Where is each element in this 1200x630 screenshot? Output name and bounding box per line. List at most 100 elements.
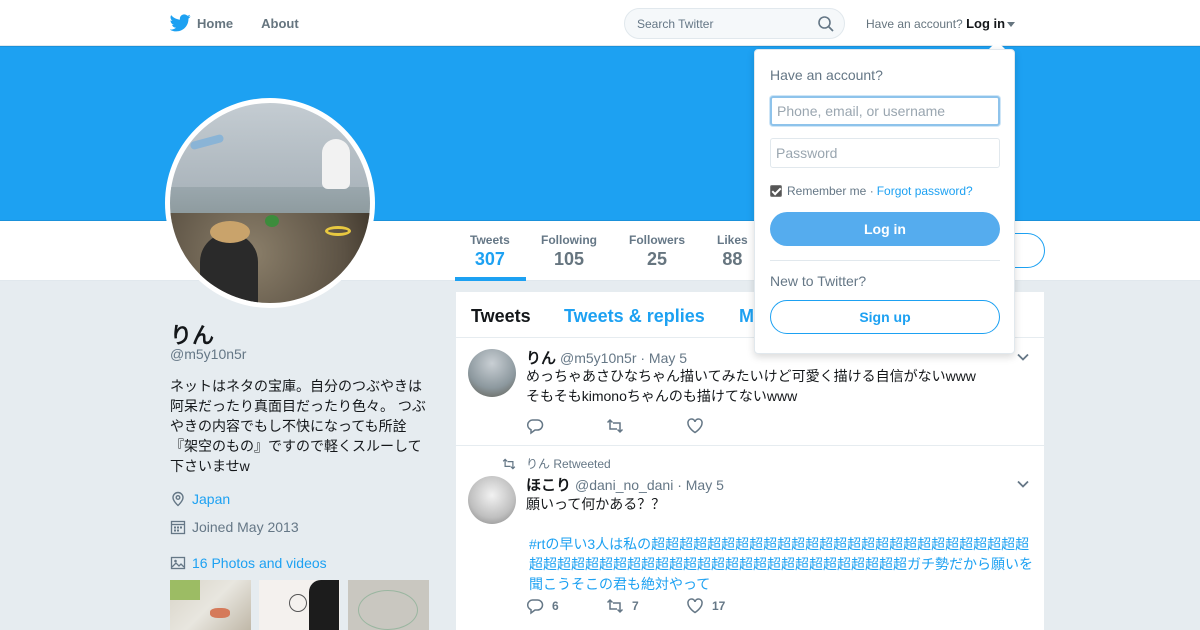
avatar-watermelon <box>265 215 279 227</box>
stat-followers[interactable]: Followers 25 <box>629 233 685 270</box>
reply-icon <box>527 599 544 615</box>
chevron-down-icon[interactable] <box>1016 477 1030 491</box>
retweet-icon <box>502 457 516 470</box>
retweet-note[interactable]: りん Retweeted <box>502 455 611 472</box>
avatar-hat <box>210 221 250 243</box>
stat-tweets[interactable]: Tweets 307 <box>470 233 510 270</box>
avatar-person <box>200 233 258 303</box>
reply-button[interactable]: 6 <box>526 597 606 615</box>
profile-handle[interactable]: @m5y10n5r <box>170 346 246 362</box>
stat-label: Likes <box>717 233 748 247</box>
retweet-button[interactable]: 7 <box>606 597 686 615</box>
tweet-author-name[interactable]: りん <box>526 350 556 367</box>
profile-joined: Joined May 2013 <box>170 519 299 535</box>
like-icon <box>687 418 703 434</box>
twitter-bird-icon <box>170 14 191 32</box>
tweet-hashtag[interactable]: #rt <box>529 536 545 552</box>
login-link[interactable]: Log in <box>966 16 1005 31</box>
photo-thumbnails <box>170 580 437 630</box>
nav-left: Home About <box>170 0 327 46</box>
login-toggle[interactable]: Have an account? Log in <box>866 16 1016 31</box>
tweet-text: 願いって何かある？？ #rtの早い3人は私の超超超超超超超超超超超超超超超超超超… <box>526 494 1036 594</box>
photo-thumbnail[interactable] <box>170 580 251 630</box>
retweet-count: 7 <box>632 599 639 613</box>
photo-thumbnail[interactable] <box>348 580 429 630</box>
profile-photos-link[interactable]: 16 Photos and videos <box>170 555 327 571</box>
chevron-down-icon[interactable] <box>1016 350 1030 364</box>
joined-text: Joined May 2013 <box>192 519 299 535</box>
avatar-shark-costume <box>322 139 350 189</box>
tweet-author-handle[interactable]: @dani_no_dani <box>575 477 673 493</box>
username-field[interactable] <box>770 96 1000 126</box>
profile-avatar[interactable] <box>165 98 375 308</box>
photos-text: 16 Photos and videos <box>192 555 327 571</box>
tweet-author-handle[interactable]: @m5y10n5r <box>560 350 636 366</box>
stat-label: Followers <box>629 233 686 247</box>
tweet-avatar[interactable] <box>468 349 516 397</box>
top-nav: Home About Search Twitter Have an accoun… <box>0 0 1200 46</box>
like-count: 17 <box>712 599 726 613</box>
retweet-icon <box>606 418 624 434</box>
remember-checkbox[interactable] <box>770 185 782 197</box>
like-button[interactable]: 17 <box>686 597 766 615</box>
password-field[interactable] <box>770 138 1000 168</box>
profile-bio: ネットはネタの宝庫。自分のつぶやきは阿呆だったり真面目だったり色々。 つぶやきの… <box>170 378 426 474</box>
forgot-password-link[interactable]: Forgot password? <box>877 184 973 198</box>
tweet-text: めっちゃあさひなちゃん描いてみたいけど可愛く描ける自信がないwww そもそもki… <box>526 366 1036 406</box>
tweet-actions: 6 7 17 <box>526 597 766 615</box>
tweet-text-line: めっちゃあさひなちゃん描いてみたいけど可愛く描ける自信がないwww <box>526 368 976 384</box>
tweet-header: りん @m5y10n5r · May 5 <box>526 347 687 368</box>
dropdown-title: Have an account? <box>770 67 883 83</box>
have-account-text: Have an account? <box>866 17 963 31</box>
profile-location[interactable]: Japan <box>170 491 230 507</box>
tab-tweets[interactable]: Tweets <box>471 306 531 327</box>
search-input[interactable]: Search Twitter <box>624 8 845 39</box>
retweet-icon <box>606 598 624 614</box>
tweet-item[interactable]: りん @m5y10n5r · May 5 めっちゃあさひなちゃん描いてみたいけど可… <box>456 338 1044 446</box>
tweet-avatar[interactable] <box>468 476 516 524</box>
new-to-twitter-text: New to Twitter? <box>770 273 867 289</box>
reply-count: 6 <box>552 599 559 613</box>
stat-likes[interactable]: Likes 88 <box>717 233 748 270</box>
stat-value: 88 <box>722 249 743 269</box>
retweet-button[interactable] <box>606 417 686 435</box>
tab-tweets-replies[interactable]: Tweets & replies <box>564 306 705 327</box>
nav-home[interactable]: Home <box>170 14 233 32</box>
stat-value: 105 <box>553 249 585 269</box>
remember-row: Remember me · Forgot password? <box>770 184 973 198</box>
tweet-date[interactable]: · May 5 <box>677 477 724 493</box>
tweet-date[interactable]: · May 5 <box>640 350 687 366</box>
tweet-item[interactable]: りん Retweeted ほこり @dani_no_dani · May 5 願い… <box>456 446 1044 630</box>
photo-icon <box>170 556 186 570</box>
reply-button[interactable] <box>526 417 606 435</box>
tweet-author-name[interactable]: ほこり <box>526 477 571 494</box>
login-button[interactable]: Log in <box>770 212 1000 246</box>
nav-about[interactable]: About <box>261 16 299 31</box>
tweet-header: ほこり @dani_no_dani · May 5 <box>526 474 724 495</box>
tweet-actions <box>526 417 766 435</box>
tweet-text-line: 願いって何かある？？ <box>526 496 666 512</box>
nav-about-label: About <box>261 15 299 31</box>
caret-down-icon <box>1007 22 1016 28</box>
active-tab-indicator <box>455 277 526 281</box>
location-icon <box>172 491 184 507</box>
location-text: Japan <box>192 491 231 507</box>
reply-icon <box>527 419 544 435</box>
tab-media[interactable]: M <box>739 306 754 327</box>
search-icon[interactable] <box>818 16 834 32</box>
tweet-text-line: そもそもkimonoちゃんのも描けてないwww <box>526 388 798 404</box>
like-icon <box>687 598 703 614</box>
stat-following[interactable]: Following 105 <box>541 233 597 270</box>
remember-label[interactable]: Remember me · <box>787 184 874 198</box>
photo-thumbnail[interactable] <box>259 580 340 630</box>
search-placeholder: Search Twitter <box>637 16 714 31</box>
tweet-text-hashline: #rtの早い3人は私の超超超超超超超超超超超超超超超超超超超超超超超超超超超超超… <box>526 534 1036 594</box>
like-button[interactable] <box>686 417 766 435</box>
signup-button[interactable]: Sign up <box>770 300 1000 334</box>
stat-value: 25 <box>646 249 668 269</box>
nav-home-label: Home <box>197 15 234 31</box>
dropdown-divider <box>770 260 1000 261</box>
stat-label: Following <box>541 233 597 247</box>
stat-label: Tweets <box>470 233 510 247</box>
stat-value: 307 <box>474 249 505 269</box>
